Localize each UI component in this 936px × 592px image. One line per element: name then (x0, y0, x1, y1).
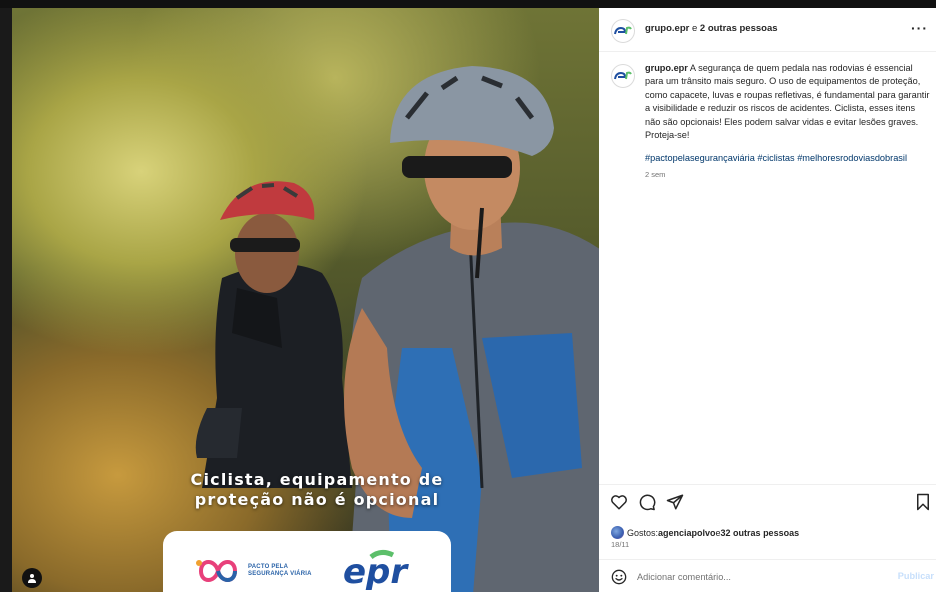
person-icon (28, 574, 36, 583)
comment-icon[interactable] (638, 493, 656, 511)
caption-hashtags[interactable]: #pactopelasegurançaviária #ciclistas #me… (645, 152, 932, 165)
caption-body: A segurança de quem pedala nas rodovias … (645, 63, 930, 141)
other-likers-link[interactable]: 32 outras pessoas (721, 528, 800, 538)
first-liker-link[interactable]: agenciapolvo (658, 528, 716, 538)
comment-input[interactable] (637, 569, 887, 585)
collab-others-link[interactable]: 2 outras pessoas (700, 23, 778, 34)
caption-username-link[interactable]: grupo.epr (645, 63, 688, 73)
tagged-users-button[interactable] (22, 568, 42, 588)
image-headline: Ciclista, equipamento de proteção não é … (172, 470, 462, 510)
epr-avatar-logo-icon (614, 71, 632, 80)
liker-avatar[interactable] (611, 526, 624, 539)
image-headline-line-1: Ciclista, equipamento de (190, 470, 444, 489)
author-collab-line: grupo.epr e 2 outras pessoas (645, 23, 778, 34)
pacto-logo-line-2: SEGURANÇA VIÁRIA (248, 571, 312, 577)
emoji-icon[interactable] (611, 569, 627, 585)
caption-author-avatar[interactable] (611, 64, 635, 88)
author-username-link[interactable]: grupo.epr (645, 23, 689, 34)
post-date[interactable]: 18/11 (611, 540, 629, 549)
post-header: grupo.epr e 2 outras pessoas ··· (599, 8, 936, 52)
epr-logo-text: epr (343, 552, 409, 592)
likes-summary: Gostos: agenciapolvo e 32 outras pessoas (611, 526, 799, 539)
author-avatar[interactable] (611, 19, 635, 43)
foreground-cyclist-illustration (344, 66, 599, 592)
post-image[interactable]: Ciclista, equipamento de proteção não é … (12, 8, 599, 592)
add-comment-row: Publicar (599, 559, 936, 592)
epr-avatar-logo-icon (614, 26, 632, 35)
bookmark-icon[interactable] (914, 493, 932, 511)
sponsor-logo-card: PACTO PELA SEGURANÇA VIÁRIA epr (163, 531, 451, 592)
likes-prefix: Gostos: (627, 527, 659, 538)
modal-top-strip (0, 0, 936, 8)
more-options-button[interactable]: ··· (911, 20, 928, 36)
heart-icon[interactable] (610, 493, 628, 511)
caption-text: grupo.epr A segurança de quem pedala nas… (645, 62, 932, 142)
pacto-infinity-logo-icon (196, 560, 238, 582)
image-headline-line-2: proteção não é opcional (194, 490, 440, 509)
caption-timestamp[interactable]: 2 sem (645, 170, 665, 179)
pacto-logo-text: PACTO PELA SEGURANÇA VIÁRIA (248, 564, 328, 578)
post-actions: Gostos: agenciapolvo e 32 outras pessoas… (599, 484, 936, 592)
publish-comment-button[interactable]: Publicar (898, 571, 934, 581)
pacto-logo-line-1: PACTO PELA (248, 564, 289, 570)
instagram-post-modal: Ciclista, equipamento de proteção não é … (0, 0, 936, 592)
share-icon[interactable] (666, 493, 684, 511)
collab-connector: e (689, 23, 700, 34)
post-details-panel: grupo.epr e 2 outras pessoas ··· grupo.e… (599, 8, 936, 592)
epr-logo-icon: epr (343, 549, 409, 592)
